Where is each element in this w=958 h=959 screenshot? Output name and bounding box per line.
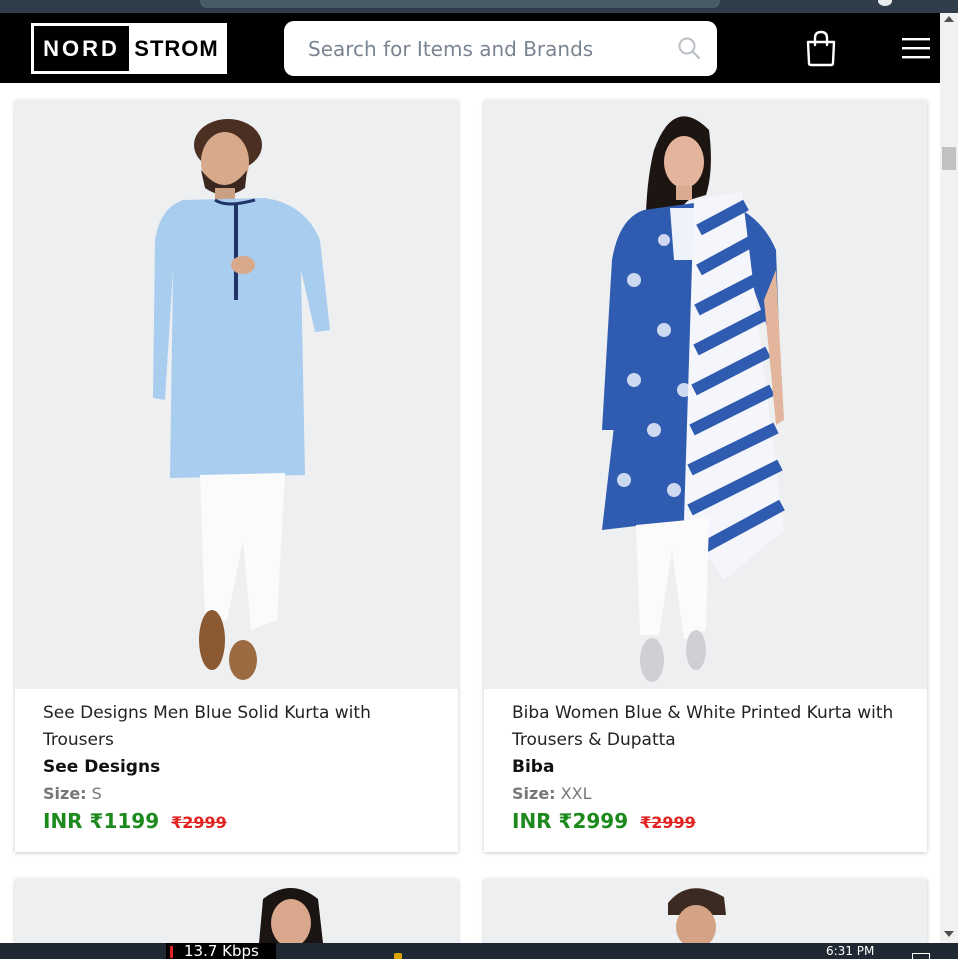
- product-card[interactable]: Biba Women Blue & White Printed Kurta wi…: [484, 100, 927, 852]
- nordstrom-logo[interactable]: NORD STROM: [31, 23, 227, 74]
- site-header: NORD STROM: [0, 13, 940, 83]
- download-arrow-icon: [170, 946, 173, 958]
- product-image[interactable]: [484, 100, 927, 689]
- product-title[interactable]: Biba Women Blue & White Printed Kurta wi…: [512, 700, 912, 754]
- notification-icon[interactable]: [912, 953, 930, 959]
- browser-tab-edge[interactable]: [200, 0, 720, 8]
- clock-time[interactable]: 6:31 PM: [826, 944, 874, 958]
- product-size: Size: XXL: [512, 781, 912, 807]
- product-image[interactable]: [15, 879, 458, 943]
- search-input[interactable]: [306, 31, 670, 67]
- mens-kurta-photo: [15, 100, 458, 689]
- os-taskbar: 13.7 Kbps 6:31 PM: [0, 943, 958, 959]
- page-scrollbar[interactable]: [940, 13, 958, 943]
- logo-text-right: STROM: [129, 26, 224, 71]
- browser-top-strip: [0, 0, 958, 13]
- profile-icon[interactable]: [878, 0, 892, 6]
- shopping-bag-icon[interactable]: [803, 29, 839, 67]
- product-card[interactable]: [15, 879, 458, 943]
- size-label: Size:: [43, 784, 87, 803]
- price-row: INR ₹1199 ₹2999: [43, 809, 443, 833]
- logo-text-left: NORD: [43, 35, 120, 61]
- original-price: ₹2999: [171, 813, 227, 832]
- size-value: S: [91, 784, 102, 803]
- product-size: Size: S: [43, 781, 443, 807]
- size-value: XXL: [560, 784, 592, 803]
- network-speed: 13.7 Kbps: [184, 943, 259, 959]
- price-row: INR ₹2999 ₹2999: [512, 809, 912, 833]
- product-title[interactable]: See Designs Men Blue Solid Kurta with Tr…: [43, 700, 443, 754]
- product-image[interactable]: [15, 100, 458, 689]
- product-brand: Biba: [512, 757, 555, 777]
- search-icon[interactable]: [676, 35, 702, 61]
- scroll-down-arrow-icon[interactable]: [944, 931, 954, 937]
- scrollbar-thumb[interactable]: [942, 147, 956, 170]
- size-label: Size:: [512, 784, 556, 803]
- taskbar-app-icon[interactable]: [394, 953, 402, 959]
- product-card[interactable]: [484, 879, 927, 943]
- product-info: Biba Women Blue & White Printed Kurta wi…: [512, 700, 912, 833]
- product-card[interactable]: See Designs Men Blue Solid Kurta with Tr…: [15, 100, 458, 852]
- product-info: See Designs Men Blue Solid Kurta with Tr…: [43, 700, 443, 833]
- hamburger-menu-icon[interactable]: [900, 35, 932, 61]
- womens-kurta-photo: [484, 100, 927, 689]
- scroll-up-arrow-icon[interactable]: [944, 16, 954, 22]
- sale-price: INR ₹2999: [512, 809, 629, 833]
- original-price: ₹2999: [640, 813, 696, 832]
- product-image[interactable]: [484, 879, 927, 943]
- sale-price: INR ₹1199: [43, 809, 160, 833]
- product-brand: See Designs: [43, 757, 161, 777]
- search-box[interactable]: [284, 21, 717, 76]
